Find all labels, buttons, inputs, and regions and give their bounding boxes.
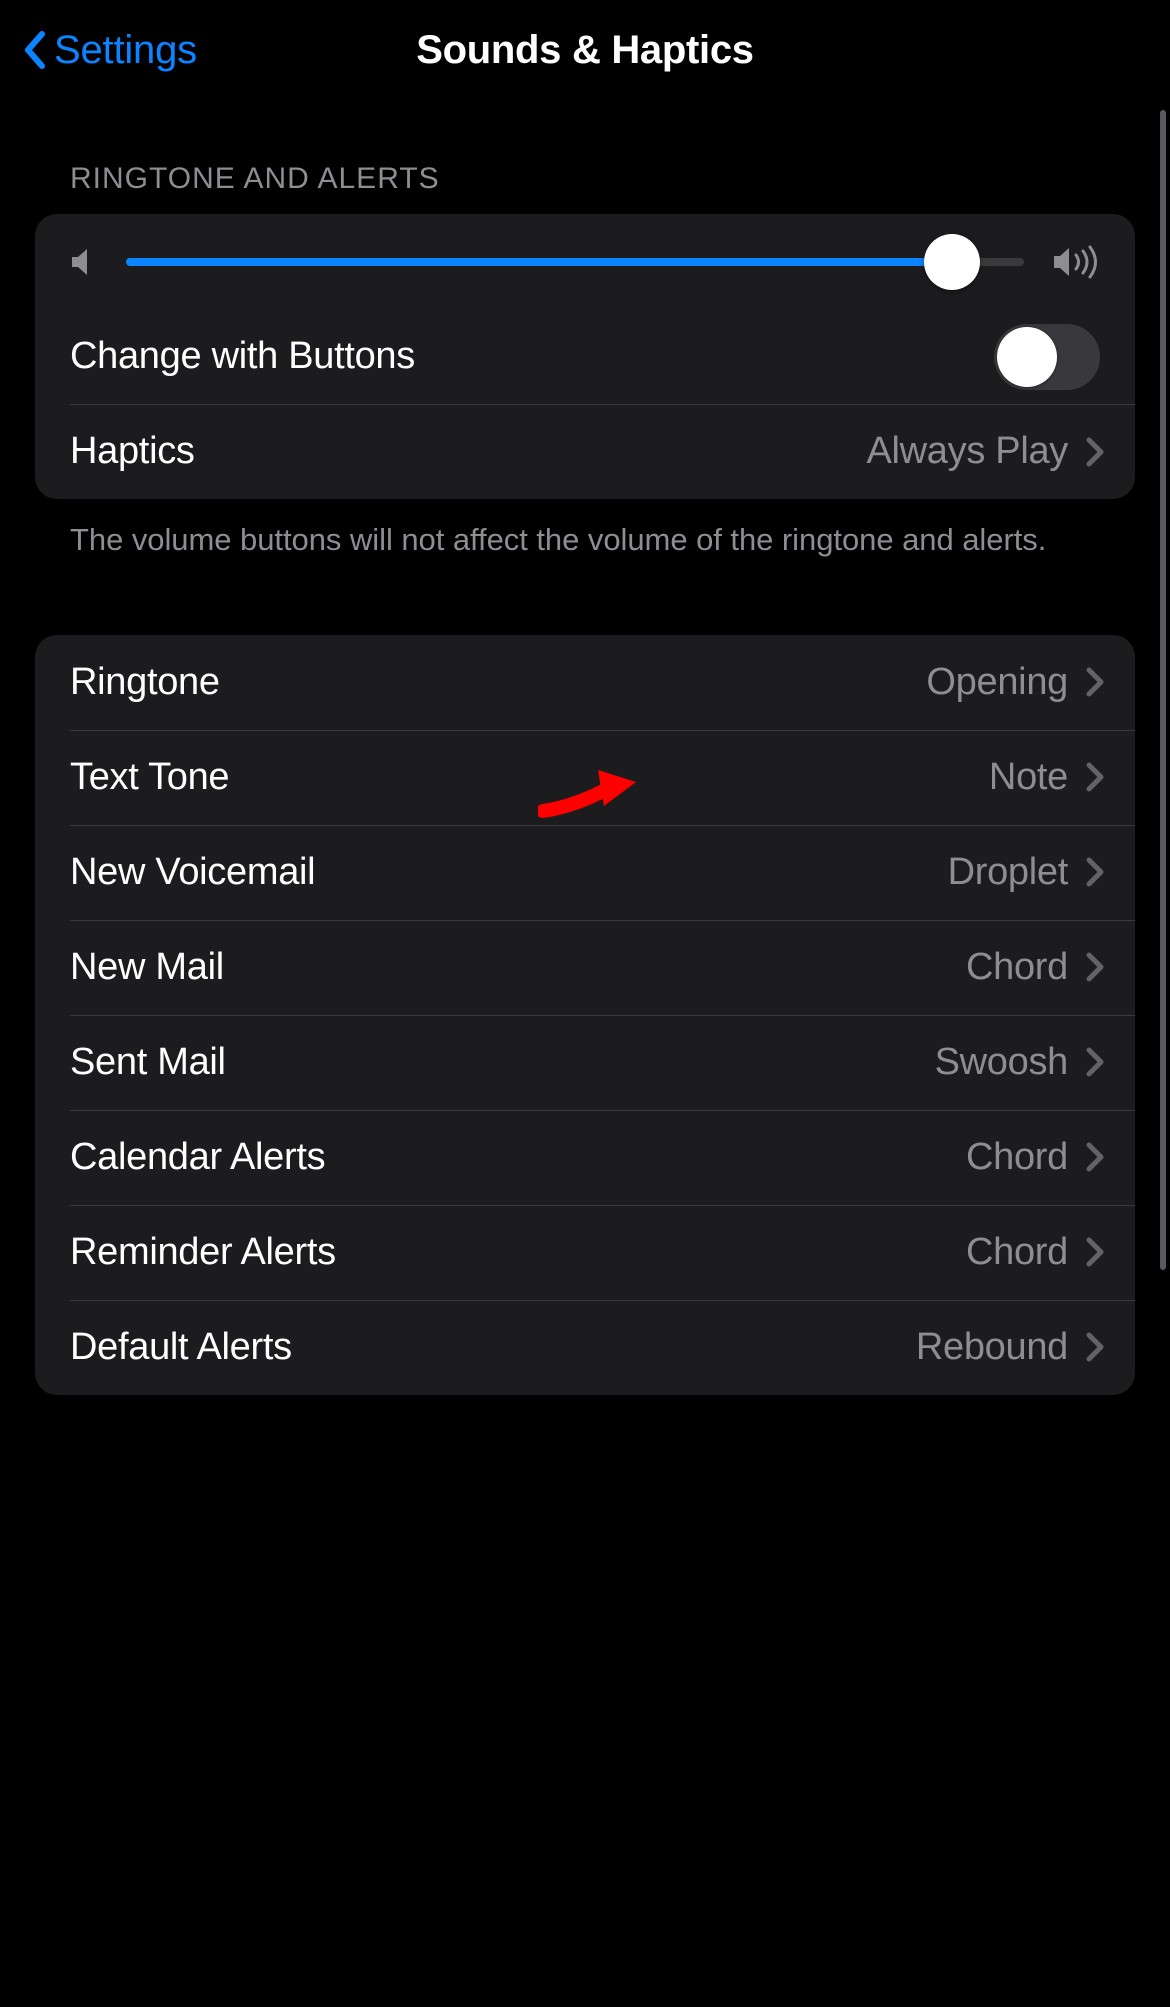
row-value: Droplet bbox=[948, 851, 1068, 894]
chevron-right-icon bbox=[1086, 1332, 1104, 1362]
scrollbar[interactable] bbox=[1160, 110, 1166, 1270]
chevron-right-icon bbox=[1086, 857, 1104, 887]
speaker-low-icon bbox=[70, 246, 98, 278]
row-value: Chord bbox=[966, 1136, 1068, 1179]
haptics-row[interactable]: Haptics Always Play bbox=[35, 404, 1135, 499]
sent-mail-row[interactable]: Sent Mail Swoosh bbox=[35, 1015, 1135, 1110]
row-label: Text Tone bbox=[70, 756, 989, 799]
row-value: Opening bbox=[926, 661, 1068, 704]
back-button[interactable]: Settings bbox=[0, 28, 197, 73]
row-label: Ringtone bbox=[70, 661, 926, 704]
haptics-label: Haptics bbox=[70, 430, 866, 473]
default-alerts-row[interactable]: Default Alerts Rebound bbox=[35, 1300, 1135, 1395]
change-with-buttons-row: Change with Buttons bbox=[35, 309, 1135, 404]
group-ringtone-alerts: Change with Buttons Haptics Always Play bbox=[35, 214, 1135, 499]
reminder-alerts-row[interactable]: Reminder Alerts Chord bbox=[35, 1205, 1135, 1300]
chevron-right-icon bbox=[1086, 1047, 1104, 1077]
section-header-ringtone-alerts: RINGTONE AND ALERTS bbox=[35, 100, 1135, 214]
back-label: Settings bbox=[54, 28, 197, 73]
chevron-right-icon bbox=[1086, 762, 1104, 792]
chevron-right-icon bbox=[1086, 1142, 1104, 1172]
row-label: Calendar Alerts bbox=[70, 1136, 966, 1179]
row-label: New Mail bbox=[70, 946, 966, 989]
row-value: Rebound bbox=[916, 1326, 1068, 1369]
row-label: New Voicemail bbox=[70, 851, 948, 894]
calendar-alerts-row[interactable]: Calendar Alerts Chord bbox=[35, 1110, 1135, 1205]
group-tones: Ringtone Opening Text Tone Note New Voic… bbox=[35, 635, 1135, 1395]
ringtone-row[interactable]: Ringtone Opening bbox=[35, 635, 1135, 730]
change-with-buttons-toggle[interactable] bbox=[994, 324, 1100, 390]
change-with-buttons-label: Change with Buttons bbox=[70, 335, 994, 378]
row-label: Sent Mail bbox=[70, 1041, 935, 1084]
chevron-right-icon bbox=[1086, 667, 1104, 697]
speaker-high-icon bbox=[1052, 244, 1100, 280]
chevron-left-icon bbox=[22, 30, 46, 70]
new-mail-row[interactable]: New Mail Chord bbox=[35, 920, 1135, 1015]
row-value: Chord bbox=[966, 946, 1068, 989]
section-footer: The volume buttons will not affect the v… bbox=[35, 499, 1135, 561]
volume-slider-row bbox=[35, 214, 1135, 309]
chevron-right-icon bbox=[1086, 952, 1104, 982]
new-voicemail-row[interactable]: New Voicemail Droplet bbox=[35, 825, 1135, 920]
chevron-right-icon bbox=[1086, 437, 1104, 467]
text-tone-row[interactable]: Text Tone Note bbox=[35, 730, 1135, 825]
row-label: Reminder Alerts bbox=[70, 1231, 966, 1274]
volume-slider-thumb[interactable] bbox=[924, 234, 980, 290]
row-value: Note bbox=[989, 756, 1068, 799]
row-label: Default Alerts bbox=[70, 1326, 916, 1369]
toggle-knob bbox=[997, 327, 1057, 387]
row-value: Chord bbox=[966, 1231, 1068, 1274]
row-value: Swoosh bbox=[935, 1041, 1068, 1084]
volume-slider[interactable] bbox=[126, 258, 1024, 266]
haptics-value: Always Play bbox=[866, 430, 1068, 473]
chevron-right-icon bbox=[1086, 1237, 1104, 1267]
nav-bar: Settings Sounds & Haptics bbox=[0, 0, 1170, 100]
volume-slider-fill bbox=[126, 258, 952, 266]
